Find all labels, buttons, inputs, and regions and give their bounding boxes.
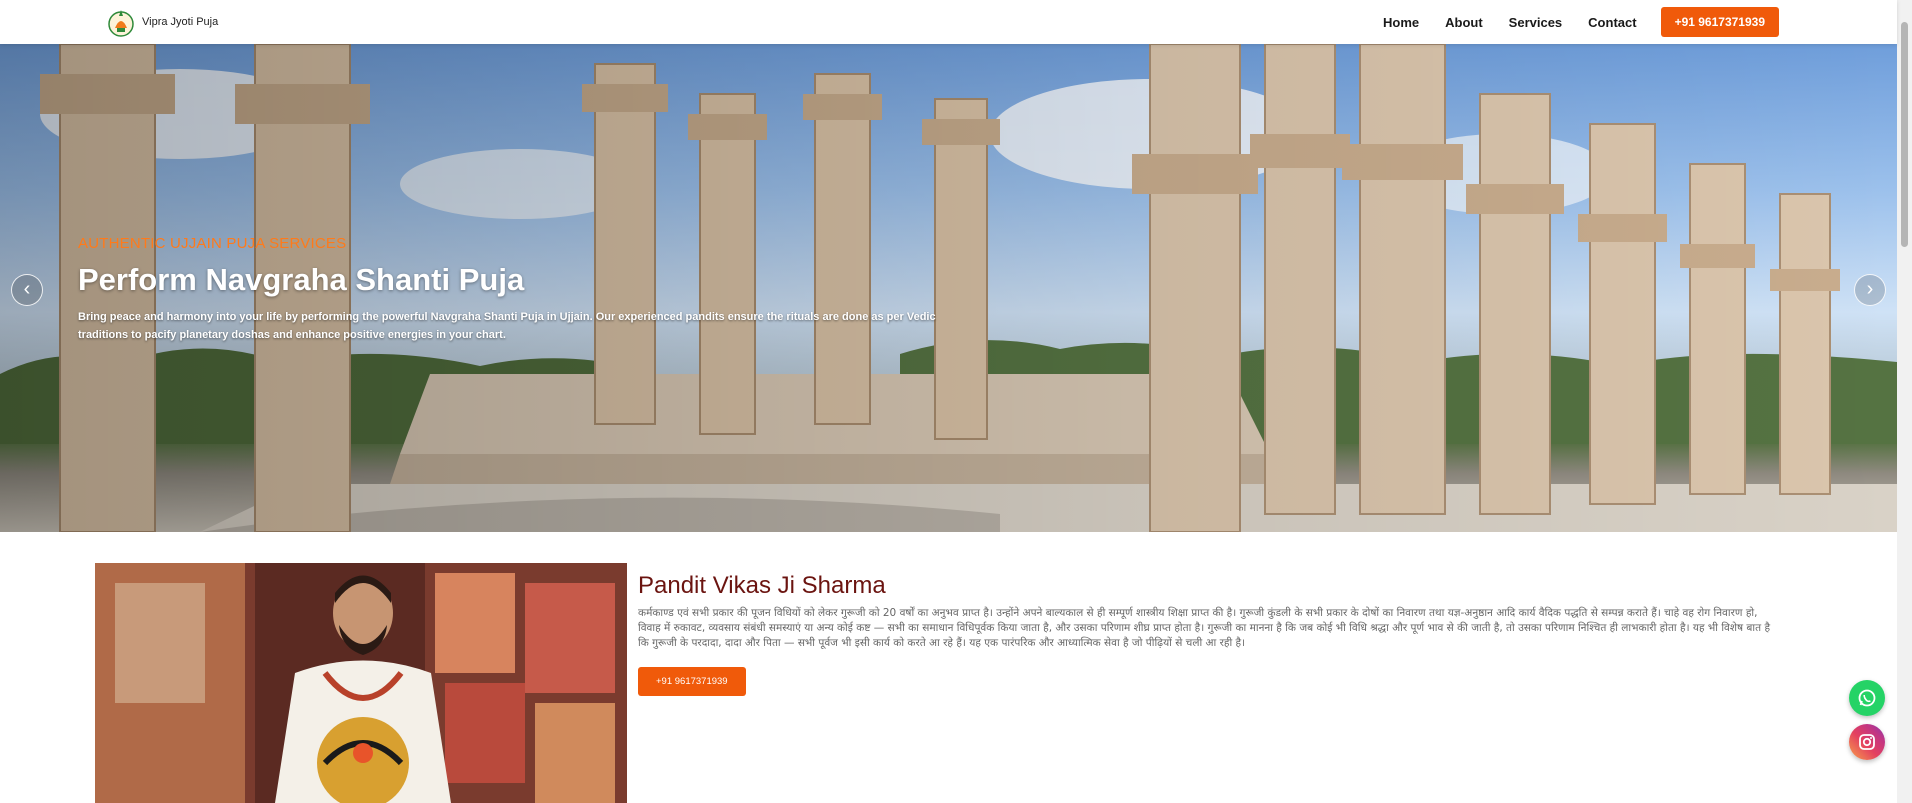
chevron-left-icon: ‹ <box>23 278 31 300</box>
page-scrollbar[interactable] <box>1897 0 1912 803</box>
nav-link-home[interactable]: Home <box>1383 15 1419 30</box>
nav-link-about[interactable]: About <box>1445 15 1483 30</box>
nav-links: Home About Services Contact +91 96173719… <box>1357 0 1779 44</box>
hero-description: Bring peace and harmony into your life b… <box>78 311 936 341</box>
carousel-prev-button[interactable]: ‹ <box>11 274 43 306</box>
instagram-button[interactable] <box>1849 724 1885 760</box>
pandit-bio: कर्मकाण्ड एवं सभी प्रकार की पूजन विधियों… <box>638 607 1771 649</box>
whatsapp-icon <box>1858 689 1876 707</box>
about-section: Pandit Vikas Ji Sharma कर्मकाण्ड एवं सभी… <box>638 572 1778 696</box>
about-phone-button[interactable]: +91 9617371939 <box>638 667 746 696</box>
pandit-name: Pandit Vikas Ji Sharma <box>638 572 886 599</box>
scrollbar-thumb[interactable] <box>1901 22 1908 247</box>
nav-link-contact[interactable]: Contact <box>1588 15 1636 30</box>
carousel-next-button[interactable]: › <box>1854 274 1886 306</box>
whatsapp-button[interactable] <box>1849 680 1885 716</box>
hero-kicker: AUTHENTIC UJJAIN PUJA SERVICES <box>78 235 347 252</box>
brand[interactable]: Vipra Jyoti Puja <box>106 4 218 40</box>
hero-carousel: AUTHENTIC UJJAIN PUJA SERVICES Perform N… <box>0 44 1897 532</box>
brand-name: Vipra Jyoti Puja <box>142 16 219 28</box>
navbar: Vipra Jyoti Puja Home About Services Con… <box>0 0 1897 44</box>
nav-link-services[interactable]: Services <box>1509 15 1563 30</box>
hero-title: Perform Navgraha Shanti Puja <box>78 262 525 297</box>
pandit-photo-image <box>95 563 627 803</box>
nav-phone-button[interactable]: +91 9617371939 <box>1660 7 1779 37</box>
brand-logo-icon <box>108 10 134 37</box>
chevron-right-icon: › <box>1866 278 1874 300</box>
instagram-icon <box>1859 734 1875 750</box>
pandit-photo <box>95 563 627 803</box>
